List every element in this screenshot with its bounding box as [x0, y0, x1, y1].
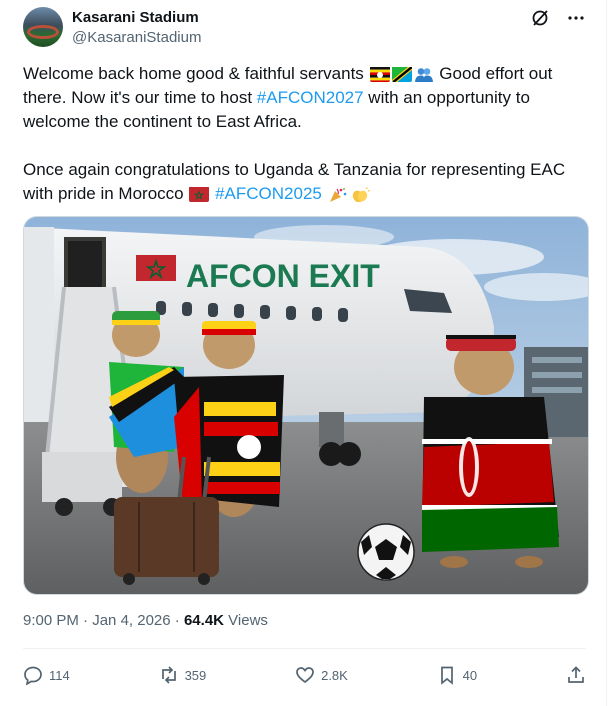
share-icon	[568, 666, 584, 683]
bookmark-count: 40	[462, 667, 478, 683]
tweet-header: Kasarani Stadium @KasaraniStadium	[23, 6, 586, 50]
hashtag-afcon2027-link[interactable]: #AFCON2027	[257, 88, 364, 107]
party-popper-emoji-icon	[328, 186, 348, 202]
tweet-text: Welcome back home good & faithful servan…	[23, 62, 593, 206]
stadium-avatar-icon[interactable]	[23, 7, 63, 47]
tweet-time-link[interactable]: 9:00 PM	[23, 612, 79, 629]
bookmark-icon	[440, 666, 453, 685]
meta-separator: ·	[78, 612, 93, 629]
author-name[interactable]: Kasarani Stadium	[72, 9, 199, 26]
tweet-actions: 114 359 2.8K 40	[23, 662, 586, 688]
tweet-paragraph-2: Once again congratulations to Uganda & T…	[23, 158, 593, 206]
heart-icon	[296, 667, 314, 684]
tanzania-flag-icon	[391, 66, 412, 82]
tweet-media-image[interactable]: AFCON EXIT	[23, 216, 589, 595]
views-label: Views	[224, 612, 268, 629]
uganda-flag-icon	[369, 66, 390, 82]
meerkats-by-plane-image: AFCON EXIT	[24, 217, 588, 594]
meta-separator: ·	[170, 612, 184, 629]
author-handle[interactable]: @KasaraniStadium	[72, 29, 201, 46]
plane-text: AFCON EXIT	[186, 258, 380, 294]
repost-button[interactable]: 359	[159, 665, 207, 685]
text-segment: Welcome back home good & faithful servan…	[23, 64, 364, 83]
like-button[interactable]: 2.8K	[295, 665, 348, 685]
reply-count: 114	[49, 667, 70, 683]
repost-count: 359	[184, 667, 207, 683]
tweet-paragraph-1: Welcome back home good & faithful servan…	[23, 62, 593, 134]
bookmark-button[interactable]: 40	[437, 665, 477, 685]
soccer-ball	[357, 523, 415, 581]
more-options-icon[interactable]	[566, 8, 586, 28]
reply-button[interactable]: 114	[23, 665, 70, 685]
grok-icon[interactable]	[530, 8, 550, 28]
like-count: 2.8K	[321, 667, 348, 683]
repost-icon	[161, 666, 176, 684]
tweet-card: Kasarani Stadium @KasaraniStadium Welcom…	[0, 0, 607, 706]
reply-icon	[24, 666, 42, 685]
tweet-date-link[interactable]: Jan 4, 2026	[92, 612, 170, 629]
views-count: 64.4K	[183, 612, 224, 629]
divider	[23, 648, 586, 649]
header-actions	[530, 8, 586, 28]
morocco-flag-icon	[189, 186, 210, 202]
clapping-hands-emoji-icon	[350, 186, 370, 202]
people-hugging-emoji-icon	[414, 66, 434, 82]
hashtag-afcon2025-link[interactable]: #AFCON2025	[215, 184, 322, 203]
tweet-meta: 9:00 PM · Jan 4, 2026 · 64.4K Views	[23, 612, 268, 629]
share-button[interactable]	[566, 665, 586, 685]
